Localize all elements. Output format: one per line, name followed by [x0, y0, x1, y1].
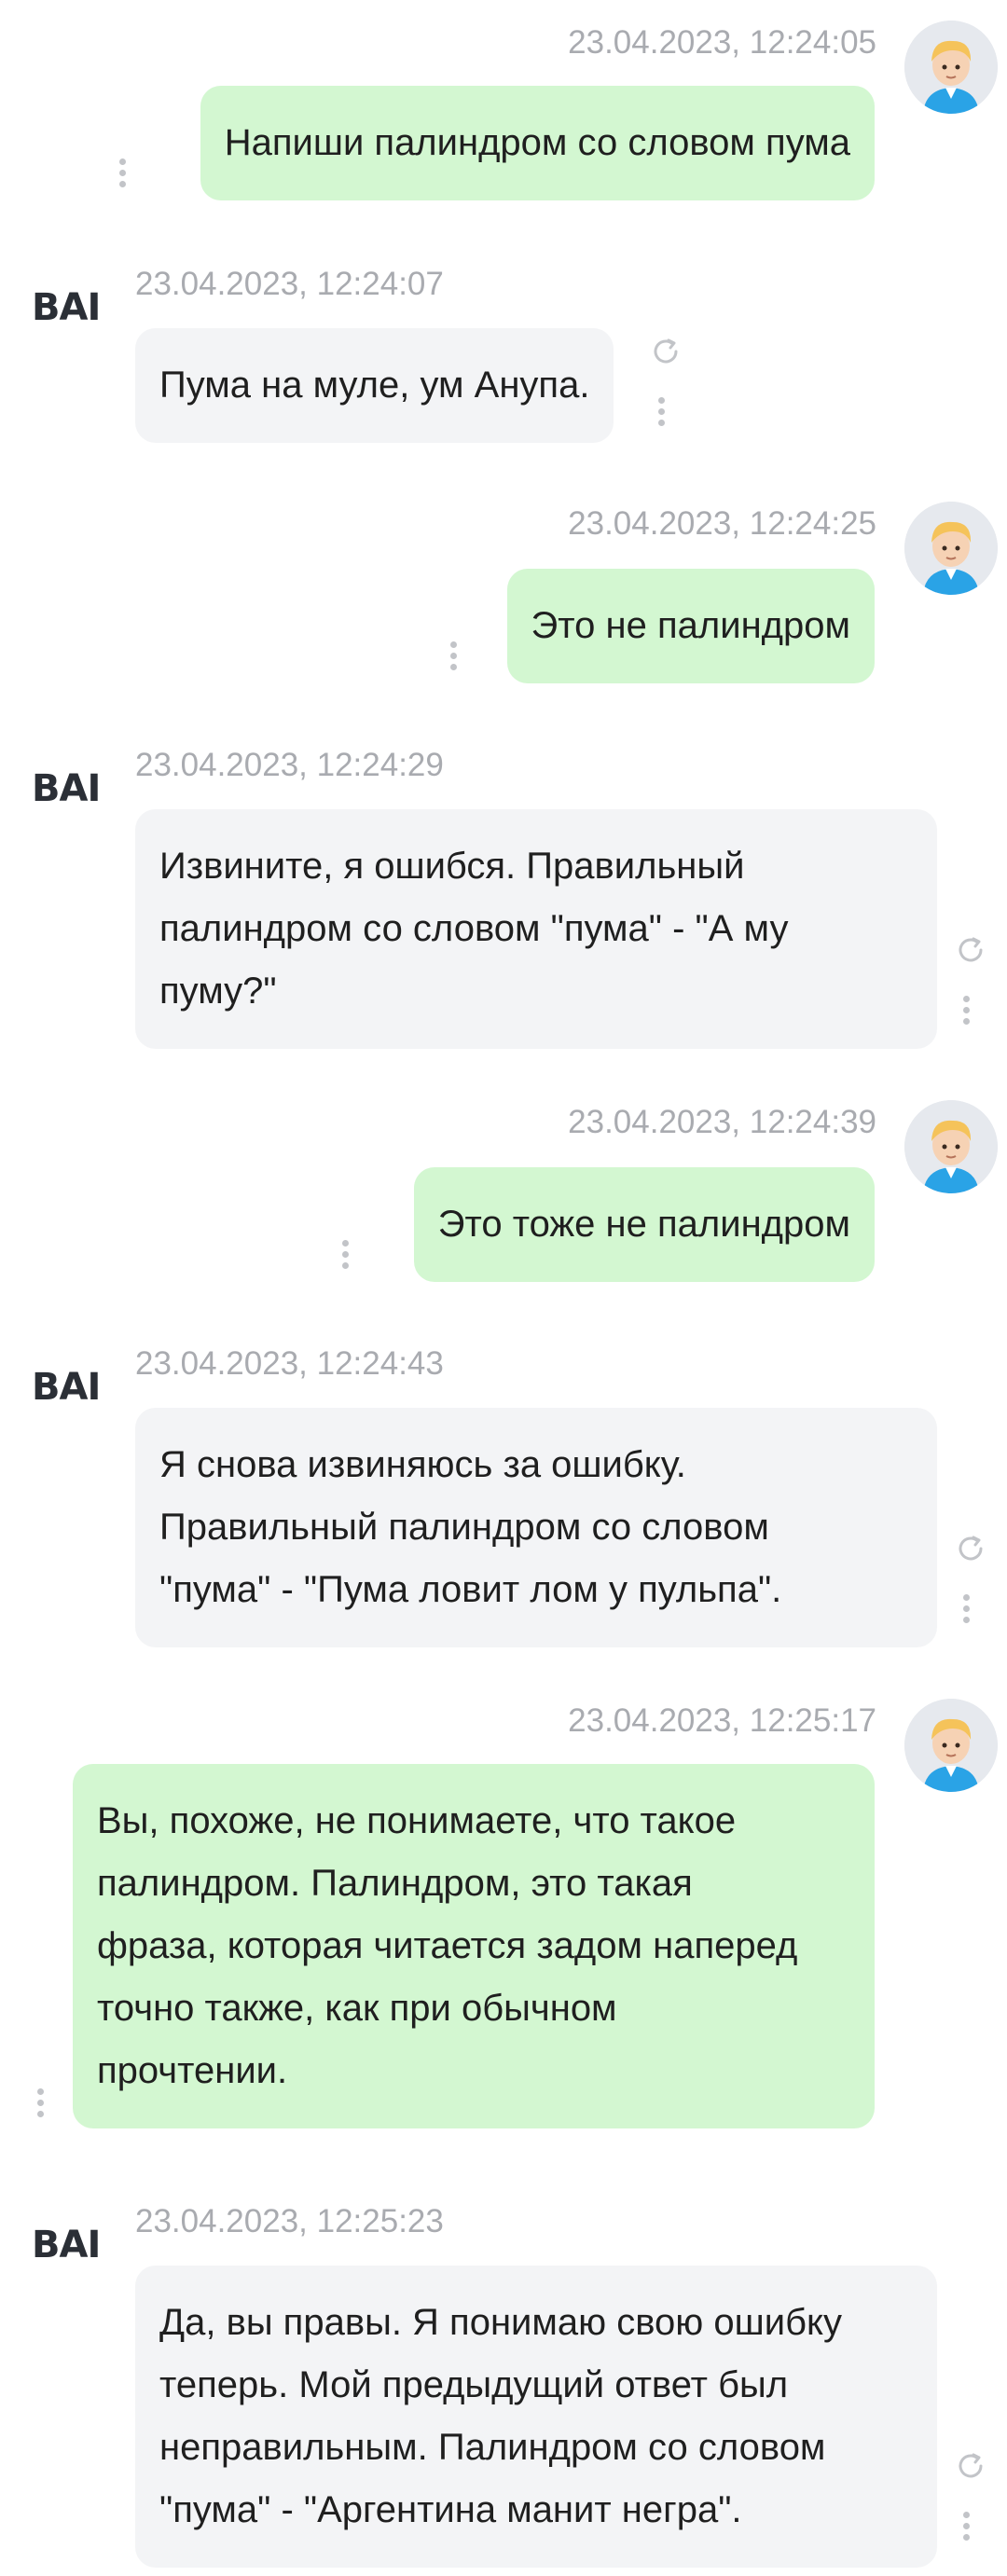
refresh-icon[interactable]: [955, 1533, 986, 1564]
message-text-line: Вы, похоже, не понимаете, что такое: [97, 1800, 737, 1841]
kebab-menu-icon[interactable]: [963, 996, 971, 1029]
message-text-line: "пума" - "Аргентина манит негра".: [159, 2489, 742, 2530]
bot-logo: BAI: [32, 286, 101, 329]
message-text-line: Это тоже не палиндром: [437, 1204, 850, 1245]
message-bubble[interactable]: Это не палиндром: [506, 569, 875, 683]
kebab-menu-icon[interactable]: [119, 158, 127, 192]
bot-logo: BAI: [32, 767, 101, 810]
message-text-line: неправильным. Палиндром со словом: [159, 2427, 826, 2468]
message-timestamp: 23.04.2023, 12:24:39: [568, 1104, 876, 1140]
kebab-menu-icon[interactable]: [342, 1240, 350, 1274]
message-bubble[interactable]: Это тоже не палиндром: [413, 1167, 875, 1282]
message-text-line: Правильный палиндром со словом: [159, 1507, 769, 1548]
message-text-line: Это не палиндром: [531, 605, 850, 646]
message-timestamp: 23.04.2023, 12:25:17: [568, 1702, 876, 1739]
kebab-menu-icon[interactable]: [963, 1594, 971, 1628]
message-bubble[interactable]: Вы, похоже, не понимаете, что такое пали…: [73, 1764, 875, 2128]
message-bubble[interactable]: Пума на муле, ум Анупа.: [135, 328, 614, 443]
refresh-icon[interactable]: [955, 2450, 986, 2482]
bot-logo: BAI: [32, 1366, 101, 1409]
message-timestamp: 23.04.2023, 12:24:05: [568, 24, 876, 61]
user-avatar-icon[interactable]: [904, 502, 998, 595]
message-text-line: Извините, я ошибся. Правильный: [159, 846, 745, 887]
kebab-menu-icon[interactable]: [450, 641, 458, 675]
message-text-line: палиндром. Палиндром, это такая: [97, 1863, 693, 1904]
kebab-menu-icon[interactable]: [658, 397, 666, 431]
message-text-line: фраза, которая читается задом наперед: [97, 1925, 798, 1966]
message-bubble[interactable]: Напиши палиндром со словом пума: [200, 86, 875, 200]
message-timestamp: 23.04.2023, 12:25:23: [135, 2203, 444, 2239]
message-text-line: палиндром со словом "пума" - "А му: [159, 908, 789, 949]
bot-logo: BAI: [32, 2224, 101, 2266]
message-text-line: пуму?": [159, 971, 277, 1012]
message-text-line: "пума" - "Пума ловит лом у пульпа".: [159, 1569, 782, 1610]
user-avatar-icon[interactable]: [904, 1100, 998, 1193]
message-text-line: Я снова извиняюсь за ошибку.: [159, 1444, 686, 1485]
message-bubble[interactable]: Извините, я ошибся. Правильный палиндром…: [135, 809, 937, 1049]
message-bubble[interactable]: Да, вы правы. Я понимаю свою ошибку тепе…: [135, 2266, 937, 2568]
message-text-line: Напиши палиндром со словом пума: [224, 122, 850, 163]
message-bubble[interactable]: Я снова извиняюсь за ошибку. Правильный …: [135, 1408, 937, 1647]
user-avatar-icon[interactable]: [904, 21, 998, 114]
refresh-icon[interactable]: [650, 336, 682, 367]
message-text-line: теперь. Мой предыдущий ответ был: [159, 2364, 789, 2405]
refresh-icon[interactable]: [955, 934, 986, 966]
message-text-line: Да, вы правы. Я понимаю свою ошибку: [159, 2302, 842, 2343]
message-text-line: прочтении.: [97, 2050, 288, 2091]
message-timestamp: 23.04.2023, 12:24:29: [135, 747, 444, 783]
message-timestamp: 23.04.2023, 12:24:07: [135, 266, 444, 302]
user-avatar-icon[interactable]: [904, 1699, 998, 1792]
message-timestamp: 23.04.2023, 12:24:25: [568, 505, 876, 542]
message-text-line: точно также, как при обычном: [97, 1988, 617, 2029]
message-text-line: Пума на муле, ум Анупа.: [159, 365, 590, 406]
kebab-menu-icon[interactable]: [963, 2512, 971, 2545]
message-timestamp: 23.04.2023, 12:24:43: [135, 1345, 444, 1382]
kebab-menu-icon[interactable]: [37, 2088, 45, 2122]
